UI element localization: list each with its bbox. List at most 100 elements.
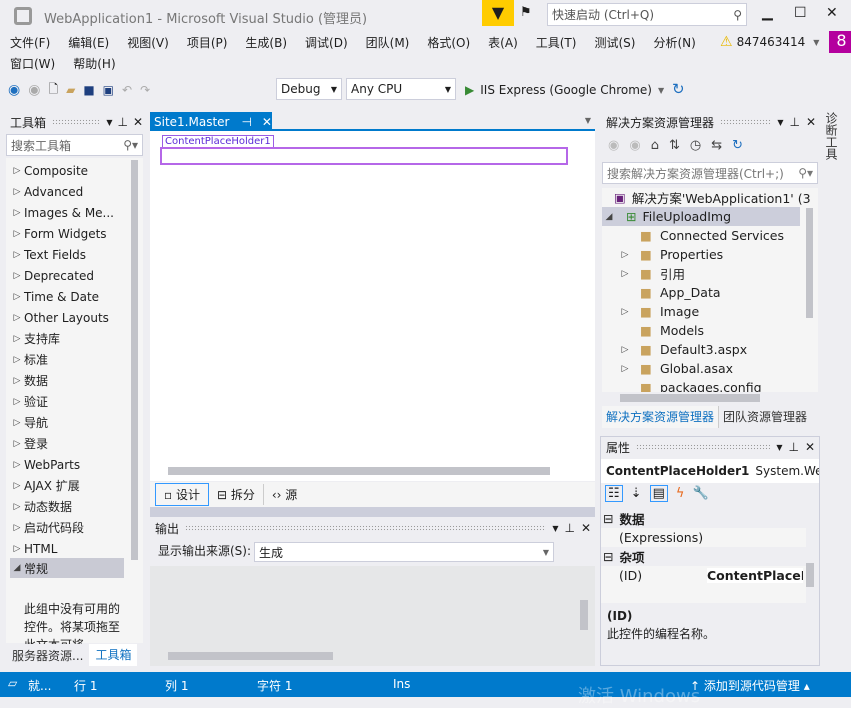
solution-search-input[interactable]: 搜索解决方案资源管理器(Ctrl+;) ⚲▾ bbox=[602, 162, 818, 184]
toolbox-scrollbar[interactable] bbox=[131, 160, 138, 560]
swap-icon[interactable]: ⇆ bbox=[711, 138, 722, 153]
toolbox-group[interactable]: ▷ Advanced bbox=[10, 181, 128, 202]
pin-icon[interactable]: ⊥ bbox=[564, 521, 574, 535]
pin-icon[interactable]: ⊥ bbox=[788, 440, 798, 454]
dropdown-icon[interactable]: ▼ bbox=[777, 118, 783, 127]
categorized-icon[interactable]: ☷ bbox=[605, 485, 623, 502]
toolbox-search-input[interactable]: 搜索工具箱 ⚲▾ bbox=[6, 134, 143, 156]
tab-solution-explorer[interactable]: 解决方案资源管理器 bbox=[602, 406, 719, 428]
close-icon[interactable]: ✕ bbox=[581, 521, 591, 535]
new-project-icon[interactable]: 🗋 bbox=[48, 80, 58, 101]
account[interactable]: ⚠ 847463414 ▼ 8 bbox=[720, 31, 851, 53]
dropdown-icon[interactable]: ▼ bbox=[585, 116, 591, 125]
open-file-icon[interactable]: ▰ bbox=[66, 83, 75, 97]
menu-item[interactable]: 编辑(E) bbox=[59, 34, 118, 51]
pin-icon[interactable]: ⊥ bbox=[789, 115, 799, 129]
toolbox-group[interactable]: ▷ 标准 bbox=[10, 349, 128, 370]
close-icon[interactable]: ✕ bbox=[806, 115, 816, 129]
refresh-icon[interactable]: ↻ bbox=[732, 138, 743, 153]
close-icon[interactable]: ✕ bbox=[262, 115, 272, 129]
tab-site1-master[interactable]: Site1.Master ⊣ ✕ bbox=[150, 112, 272, 131]
save-all-icon[interactable]: ▣ bbox=[103, 83, 114, 97]
tree-item[interactable]: ▷ ■ Properties bbox=[602, 245, 818, 264]
run-button[interactable]: ▶ IIS Express (Google Chrome) ▼ bbox=[465, 80, 664, 100]
toolbox-group[interactable]: ▷ Composite bbox=[10, 160, 128, 181]
tree-item[interactable]: ▷ ■ Image bbox=[602, 302, 818, 321]
split-view-button[interactable]: ⊟ 拆分 bbox=[209, 484, 263, 505]
source-view-button[interactable]: ‹› 源 bbox=[262, 484, 305, 505]
toolbox-group[interactable]: ▷ Images & Me... bbox=[10, 202, 128, 223]
menu-item[interactable]: 调试(D) bbox=[296, 34, 357, 51]
config-select[interactable]: Debug ▼ bbox=[276, 78, 342, 100]
toolbox-group[interactable]: ▷ AJAX 扩展 bbox=[10, 475, 128, 496]
dropdown-icon[interactable]: ▼ bbox=[106, 118, 112, 127]
toolbox-group[interactable]: ▷ 启动代码段 bbox=[10, 517, 128, 538]
toolbox-group[interactable]: ▷ Other Layouts bbox=[10, 307, 128, 328]
menu-item[interactable]: 帮助(H) bbox=[64, 55, 124, 72]
pin-icon[interactable]: ⊣ bbox=[241, 115, 251, 129]
tree-item[interactable]: ▷ ■ 引用 bbox=[602, 264, 818, 283]
refresh-icon[interactable]: ↻ bbox=[672, 80, 685, 98]
tab-toolbox[interactable]: 工具箱 bbox=[89, 644, 138, 666]
design-view-button[interactable]: ▫ 设计 bbox=[155, 483, 209, 506]
toolbox-group[interactable]: ▷ HTML bbox=[10, 538, 128, 559]
back-icon[interactable]: ◉ bbox=[608, 138, 619, 153]
tree-item[interactable]: ■ packages.config bbox=[602, 378, 818, 392]
menu-item[interactable]: 分析(N) bbox=[644, 34, 704, 51]
minimize-button[interactable]: ▁ bbox=[762, 5, 773, 21]
toolbox-group[interactable]: ▷ Form Widgets bbox=[10, 223, 128, 244]
forward-icon[interactable]: ◉ bbox=[629, 138, 640, 153]
menu-item[interactable]: 测试(S) bbox=[585, 34, 644, 51]
property-value[interactable]: ContentPlaceH bbox=[707, 568, 803, 583]
property-pages-icon[interactable]: 🔧 bbox=[692, 486, 708, 501]
sync-view-icon[interactable]: ⇅ bbox=[669, 138, 680, 153]
menu-item[interactable]: 团队(M) bbox=[357, 34, 419, 51]
dropdown-icon[interactable]: ▼ bbox=[776, 443, 782, 452]
menu-item[interactable]: 文件(F) bbox=[1, 34, 59, 51]
pending-changes-icon[interactable]: ◷ bbox=[690, 138, 701, 153]
toolbox-group[interactable]: ▷ Time & Date bbox=[10, 286, 128, 307]
object-selector[interactable]: ContentPlaceHolder1System.We▼ bbox=[601, 459, 819, 483]
events-icon[interactable]: ϟ bbox=[676, 486, 685, 501]
menu-item[interactable]: 表(A) bbox=[479, 34, 527, 51]
diagnostic-tools-tab[interactable]: 诊断工具 bbox=[824, 112, 840, 160]
content-placeholder[interactable] bbox=[160, 147, 568, 165]
toolbox-group[interactable]: ▷ 登录 bbox=[10, 433, 128, 454]
close-button[interactable]: ✕ bbox=[826, 5, 838, 21]
tree-item[interactable]: ▷ ■ Default3.aspx bbox=[602, 340, 818, 359]
notifications-icon[interactable]: ⚑ bbox=[520, 5, 532, 20]
home-icon[interactable]: ⌂ bbox=[651, 138, 659, 153]
alphabetical-icon[interactable]: ⇣ bbox=[631, 486, 642, 501]
toolbox-group[interactable]: ▷ 动态数据 bbox=[10, 496, 128, 517]
property-row[interactable]: (ID) ContentPlaceH bbox=[601, 566, 806, 585]
tree-item[interactable]: ■ Models bbox=[602, 321, 818, 340]
toolbox-group-expanded[interactable]: ◢ 常规 bbox=[10, 558, 124, 578]
output-text-area[interactable] bbox=[150, 566, 595, 666]
property-row[interactable]: (Expressions) bbox=[601, 528, 806, 547]
toolbox-group[interactable]: ▷ WebParts bbox=[10, 454, 128, 475]
source-control-button[interactable]: ↑ 添加到源代码管理 ▴ bbox=[690, 677, 810, 694]
back-icon[interactable]: ◉ bbox=[8, 82, 20, 98]
close-icon[interactable]: ✕ bbox=[133, 115, 143, 129]
toolbox-group[interactable]: ▷ 支持库 bbox=[10, 328, 128, 349]
toolbox-group[interactable]: ▷ 导航 bbox=[10, 412, 128, 433]
menu-item[interactable]: 工具(T) bbox=[527, 34, 586, 51]
menu-item[interactable]: 视图(V) bbox=[118, 34, 178, 51]
tab-team-explorer[interactable]: 团队资源管理器 bbox=[718, 406, 811, 428]
pin-icon[interactable]: ⊥ bbox=[117, 115, 127, 129]
toolbox-group[interactable]: ▷ 验证 bbox=[10, 391, 128, 412]
menu-item[interactable]: 生成(B) bbox=[236, 34, 296, 51]
tree-solution-root[interactable]: ▣ 解决方案'WebApplication1' (3 bbox=[602, 188, 818, 207]
menu-item[interactable]: 窗口(W) bbox=[1, 55, 64, 72]
solution-h-scrollbar[interactable] bbox=[620, 394, 760, 402]
tree-item[interactable]: ■ App_Data bbox=[602, 283, 818, 302]
undo-icon[interactable]: ↶ bbox=[122, 83, 132, 97]
dropdown-icon[interactable]: ▼ bbox=[552, 524, 558, 533]
toolbox-group[interactable]: ▷ Text Fields bbox=[10, 244, 128, 265]
feedback-filter-icon[interactable]: ▼ bbox=[482, 0, 514, 26]
tree-item[interactable]: ■ Connected Services bbox=[602, 226, 818, 245]
menu-item[interactable]: 格式(O) bbox=[418, 34, 479, 51]
forward-icon[interactable]: ◉ bbox=[28, 82, 40, 98]
tab-server-explorer[interactable]: 服务器资源... bbox=[6, 647, 89, 664]
properties-icon[interactable]: ▤ bbox=[649, 485, 668, 502]
